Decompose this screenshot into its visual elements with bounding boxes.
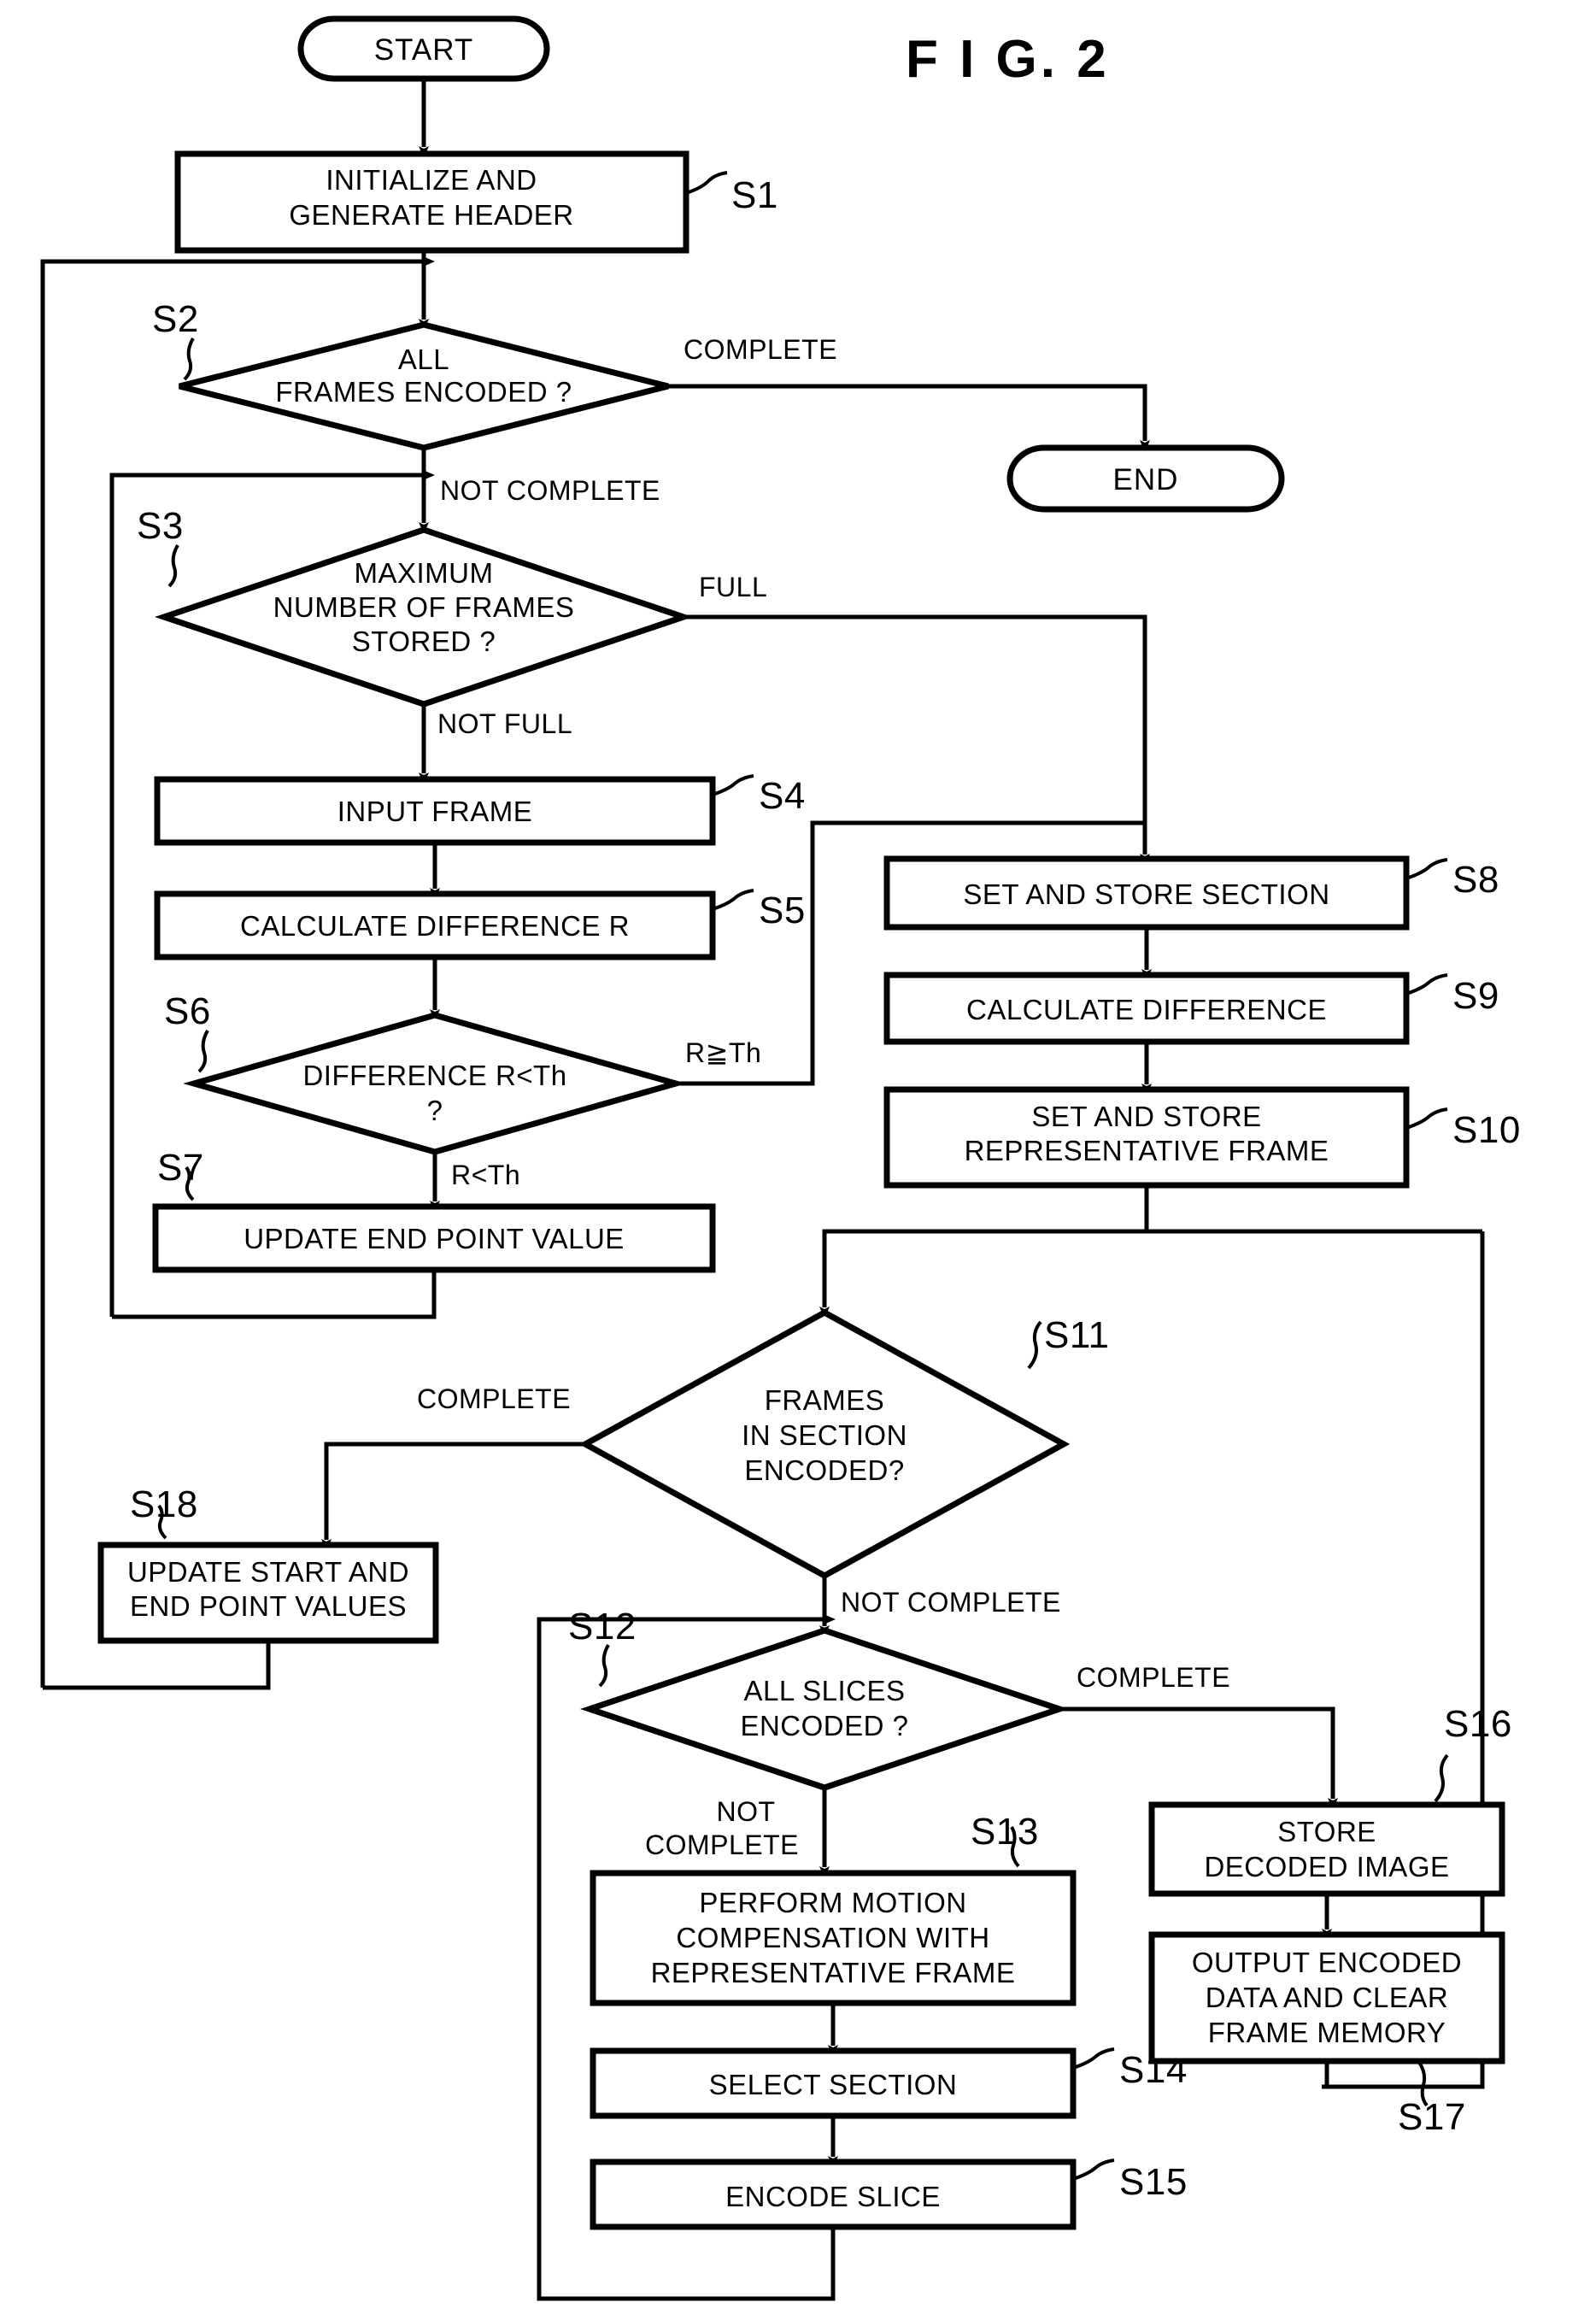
s16-leader-line [1434,1753,1449,1803]
s1-step-label: S1 [731,174,778,216]
s11-line-2: IN SECTION [742,1419,907,1451]
s5-line-1: CALCULATE DIFFERENCE R [240,910,630,942]
s7-step-label: S7 [157,1147,204,1189]
s13-line-3: REPRESENTATIVE FRAME [651,1957,1016,1988]
s10-leader-line [1405,1107,1448,1130]
edge-s10-to-s11 [819,1185,1149,1319]
s9-line-1: CALCULATE DIFFERENCE [966,994,1327,1025]
s2-leader-line [183,338,195,381]
s14-leader-line [1072,2047,1115,2070]
s3-line-3: STORED ? [352,626,496,657]
s17-line-2: DATA AND CLEAR [1206,1982,1449,2013]
s10-line-1: SET AND STORE [1031,1101,1261,1132]
s13-step-label: S13 [971,1811,1039,1853]
s15-line-1: ENCODE SLICE [725,2181,941,2212]
s10-line-2: REPRESENTATIVE FRAME [965,1135,1329,1166]
flowchart-diagram: F I G. 2 START INITIALIZE AND GENERATE H… [40,15,1521,2301]
s1-line-2: GENERATE HEADER [289,199,573,231]
end-label: END [1113,463,1179,496]
s12-line-1: ALL SLICES [743,1675,905,1706]
edge-s2-complete-to-end [668,384,1150,452]
s4-leader-line [712,774,754,796]
s12-diamond [579,1627,1070,1791]
s3-line-1: MAXIMUM [355,557,494,589]
edge-s7-to-inner-loop [112,1270,437,1319]
s3-leader-line [167,544,179,588]
s14-line-1: SELECT SECTION [709,2069,958,2100]
s3-step-label: S3 [137,505,184,547]
s12-line-2: ENCODED ? [740,1710,908,1741]
s15-step-label: S15 [1119,2161,1188,2203]
s8-line-1: SET AND STORE SECTION [963,878,1329,910]
s17-step-label: S17 [1398,2096,1466,2138]
s11-line-3: ENCODED? [744,1454,904,1486]
s8-leader-line [1405,858,1448,880]
s2-line-1: ALL [398,344,449,375]
s12-leader-line [598,1644,610,1688]
s6-step-label: S6 [164,990,211,1032]
s6-leader-line [197,1030,209,1073]
figure-title: F I G. 2 [906,30,1110,89]
s3-line-2: NUMBER OF FRAMES [273,591,575,623]
s8-step-label: S8 [1452,859,1499,901]
s18-line-2: END POINT VALUES [130,1590,407,1622]
s11-complete-label: COMPLETE [417,1383,571,1414]
s17-line-3: FRAME MEMORY [1208,2017,1446,2048]
s11-step-label: S11 [1044,1314,1110,1356]
s6-ge-th-label: R≧Th [685,1037,761,1068]
s2-not-complete-label: NOT COMPLETE [440,475,660,506]
s6-line-2: ? [427,1095,443,1126]
s13-line-1: PERFORM MOTION [699,1887,966,1918]
edge-s11-complete-to-s18 [321,1442,585,1551]
s11-line-1: FRAMES [765,1384,885,1416]
s5-leader-line [712,889,754,911]
s4-step-label: S4 [759,775,806,817]
s2-line-2: FRAMES ENCODED ? [275,376,572,408]
s16-line-1: STORE [1277,1816,1376,1847]
s1-leader-line [685,171,728,195]
s18-step-label: S18 [130,1483,198,1525]
s12-not-complete-line-2: COMPLETE [645,1830,799,1860]
s9-leader-line [1405,973,1448,996]
s18-line-1: UPDATE START AND [127,1556,409,1588]
s12-not-complete-line-1: NOT [716,1796,775,1827]
s4-line-1: INPUT FRAME [337,796,533,827]
s17-line-1: OUTPUT ENCODED [1192,1947,1462,1978]
s6-line-1: DIFFERENCE R<Th [302,1060,566,1091]
s7-line-1: UPDATE END POINT VALUE [244,1223,625,1254]
s2-step-label: S2 [152,298,199,340]
s12-step-label: S12 [568,1606,637,1647]
s3-full-label: FULL [699,572,767,602]
start-label: START [374,33,474,67]
s15-leader-line [1072,2158,1115,2181]
s11-not-complete-label: NOT COMPLETE [841,1587,1061,1618]
s9-step-label: S9 [1452,975,1499,1017]
s13-line-2: COMPENSATION WITH [676,1922,989,1953]
s11-leader-line [1027,1320,1042,1370]
s12-complete-label: COMPLETE [1077,1662,1230,1693]
s1-line-1: INITIALIZE AND [326,164,537,196]
s16-line-2: DECODED IMAGE [1204,1851,1449,1882]
edge-s12-complete-to-s16 [1059,1706,1338,1810]
patent-figure-canvas: F I G. 2 START INITIALIZE AND GENERATE H… [0,0,1596,2320]
s10-step-label: S10 [1452,1109,1521,1151]
s16-step-label: S16 [1444,1703,1512,1745]
s2-complete-label: COMPLETE [684,334,837,365]
s3-not-full-label: NOT FULL [437,708,572,739]
edge-s18-to-outer-loop [43,1641,271,1690]
s5-step-label: S5 [759,890,806,931]
s6-lt-th-label: R<Th [451,1160,520,1190]
edge-s3-full-to-s8 [684,614,1150,866]
